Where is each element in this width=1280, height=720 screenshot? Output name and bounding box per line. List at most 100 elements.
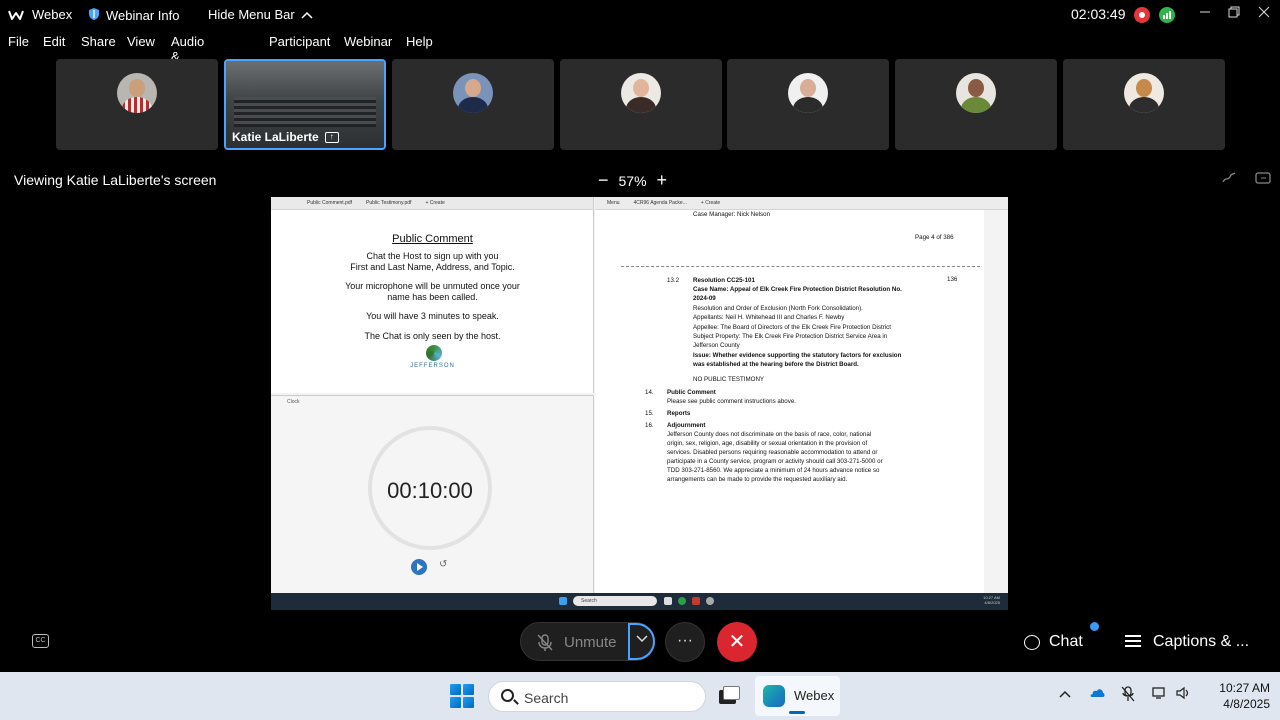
doc-text: Issue: Whether evidence supporting the s…	[693, 352, 902, 359]
network-icon[interactable]	[1152, 686, 1168, 703]
network-signal-icon[interactable]	[1159, 7, 1175, 23]
participant-name: Katie LaLiberte ↑	[232, 130, 339, 144]
doc-text: 136	[947, 276, 958, 283]
doc-text: Case Name: Appeal of Elk Creek Fire Prot…	[693, 286, 902, 293]
doc-text: 16.	[645, 422, 654, 429]
agenda-page: Case Manager: Nick Nelson Page 4 of 386 …	[619, 210, 982, 593]
pc-line: Your microphone will be unmuted once you…	[345, 281, 520, 291]
close-icon[interactable]	[1258, 6, 1270, 21]
system-clock[interactable]: 10:27 AM 4/8/2025	[1200, 680, 1270, 712]
start-icon	[559, 597, 567, 605]
participant-tile-active-speaker[interactable]: Katie LaLiberte ↑	[224, 59, 386, 150]
doc-text: Adjournment	[667, 422, 706, 429]
pc-line: You will have 3 minutes to speak.	[366, 311, 499, 321]
webinar-info-button[interactable]: Webinar Info	[88, 7, 179, 24]
taskbar-webex-app[interactable]: Webex	[755, 676, 840, 716]
taskbar-webex-label: Webex	[794, 688, 835, 703]
countdown-timer: 00:10:00	[387, 478, 473, 503]
menu-edit[interactable]: Edit	[43, 34, 65, 49]
captions-button[interactable]: Captions & ...	[1125, 633, 1249, 651]
zoom-level: 57%	[618, 172, 647, 189]
pc-line: First and Last Name, Address, and Topic.	[350, 262, 515, 272]
captions-list-icon	[1125, 635, 1141, 649]
participant-tile[interactable]	[56, 59, 218, 150]
volume-icon[interactable]	[1175, 686, 1191, 703]
doc-text: origin, sex, religion, age, disability o…	[667, 440, 868, 447]
doc-text: 13.2	[667, 277, 680, 284]
shared-screen[interactable]: Public Comment.pdf Public Testimony.pdf …	[271, 197, 1008, 610]
jefferson-logo-text: JEFFERSON	[410, 363, 455, 369]
pdf-tab-bar: Public Comment.pdf Public Testimony.pdf …	[271, 197, 593, 210]
clock-app-icon	[706, 597, 714, 605]
audio-options-dropdown[interactable]	[628, 623, 655, 660]
doc-text: Please see public comment instructions a…	[667, 398, 796, 405]
chevron-down-icon	[636, 632, 648, 646]
pdf-tab: + Create	[700, 200, 721, 206]
leave-meeting-button[interactable]: ✕	[717, 622, 757, 662]
avatar	[788, 73, 828, 113]
pdf-scrollbar	[984, 210, 1008, 593]
app-icon	[664, 597, 672, 605]
menu-share[interactable]: Share	[81, 34, 116, 49]
avatar	[117, 73, 157, 113]
avatar	[956, 73, 996, 113]
taskbar-search[interactable]: Search	[488, 681, 706, 712]
chat-button[interactable]: Chat	[1024, 633, 1083, 651]
doc-text: arrangements can be made to provide the …	[667, 476, 848, 483]
participant-tile[interactable]	[392, 59, 554, 150]
avatar	[621, 73, 661, 113]
doc-text: Resolution and Order of Exclusion (North…	[693, 305, 863, 312]
menu-participant[interactable]: Participant	[269, 34, 330, 49]
participant-tile[interactable]	[895, 59, 1057, 150]
pc-line: name has been called.	[387, 292, 478, 302]
zoom-out-button[interactable]: −	[598, 170, 609, 191]
menu-view[interactable]: View	[127, 34, 155, 49]
doc-text: 14.	[645, 389, 654, 396]
menu-webinar[interactable]: Webinar	[344, 34, 392, 49]
show-hidden-icons-chevron-icon[interactable]	[1059, 686, 1071, 701]
app-name: Webex	[32, 7, 73, 22]
onedrive-icon[interactable]	[1088, 686, 1106, 701]
more-options-button[interactable]: ···	[665, 622, 705, 662]
doc-text: participate in a County service, program…	[667, 458, 883, 465]
shared-clock-date: 4/8/2025	[984, 600, 1000, 605]
closed-captions-icon[interactable]: CC	[32, 634, 49, 648]
recording-icon[interactable]	[1134, 7, 1150, 23]
clock-window: Clock 00:10:00 ↺	[271, 395, 594, 593]
windows-start-icon[interactable]	[450, 684, 474, 708]
webex-app-icon	[763, 685, 785, 707]
jefferson-logo-icon	[426, 345, 442, 361]
unmute-button[interactable]: Unmute	[520, 622, 655, 661]
doc-text: Subject Property: The Elk Creek Fire Pro…	[693, 333, 888, 340]
pdf-tab: Public Comment.pdf	[307, 200, 353, 206]
public-comment-pdf-window: Public Comment.pdf Public Testimony.pdf …	[271, 197, 594, 393]
annotate-icon[interactable]	[1222, 172, 1238, 186]
task-view-icon[interactable]	[717, 684, 741, 708]
zoom-controls: − 57% +	[598, 170, 667, 191]
menu-help[interactable]: Help	[406, 34, 433, 49]
pop-out-icon[interactable]	[1255, 172, 1271, 186]
agenda-pdf-window: Menu 4CR96 Agenda Packe... + Create Case…	[595, 197, 1008, 593]
participant-name-label: Katie LaLiberte	[232, 130, 319, 144]
meeting-timer: 02:03:49	[1071, 6, 1126, 22]
doc-text: Case Manager: Nick Nelson	[693, 211, 771, 218]
doc-text: Appellee: The Board of Directors of the …	[693, 324, 891, 331]
zoom-in-button[interactable]: +	[657, 170, 668, 191]
acrobat-icon	[692, 597, 700, 605]
participant-tile[interactable]	[1063, 59, 1225, 150]
chat-bubble-icon	[1024, 634, 1040, 650]
webinar-info-label: Webinar Info	[106, 8, 180, 23]
doc-text: Jefferson County does not discriminate o…	[667, 431, 872, 438]
mic-muted-tray-icon[interactable]	[1121, 686, 1135, 705]
minimize-icon[interactable]	[1199, 6, 1211, 21]
restore-icon[interactable]	[1228, 6, 1240, 21]
doc-text: NO PUBLIC TESTIMONY	[693, 376, 765, 383]
participant-tile[interactable]	[560, 59, 722, 150]
pc-line: Chat the Host to sign up with you	[366, 251, 499, 261]
participant-tile[interactable]	[727, 59, 889, 150]
menu-file[interactable]: File	[8, 34, 29, 49]
sharing-icon: ↑	[324, 131, 339, 143]
search-icon	[501, 689, 514, 702]
hide-menu-bar-button[interactable]: Hide Menu Bar	[208, 7, 313, 22]
doc-text: Jefferson County	[693, 342, 740, 349]
